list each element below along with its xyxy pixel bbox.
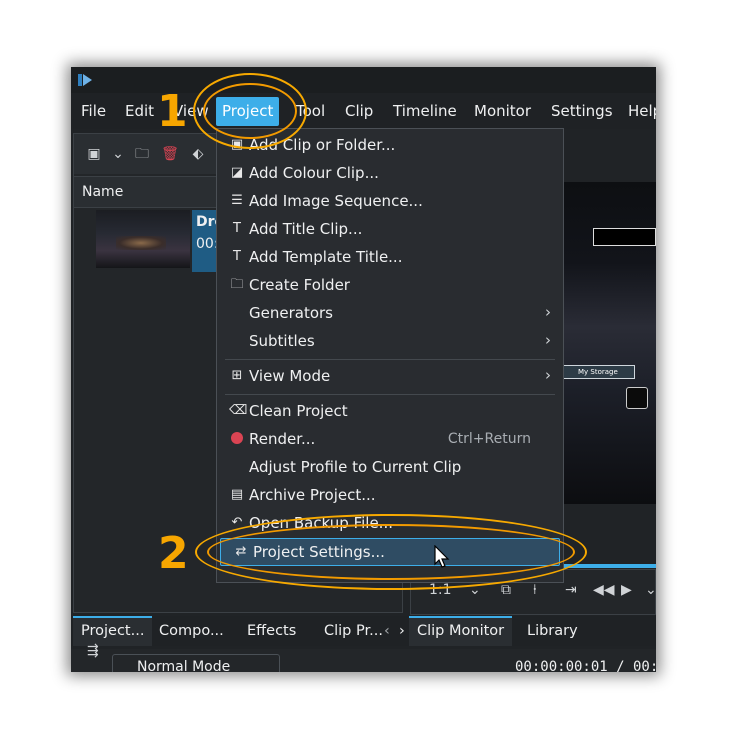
mouse-cursor-icon [434, 545, 450, 568]
timeline-settings-icon[interactable]: ⇶ [87, 643, 99, 659]
menu-settings[interactable]: Settings [545, 97, 619, 126]
tab-project-bin[interactable]: Project... [73, 616, 153, 646]
menu-add-colour-clip[interactable]: ◪ Add Colour Clip... [217, 160, 563, 188]
chevron-right-icon: › [545, 366, 551, 384]
menu-monitor[interactable]: Monitor [468, 97, 537, 126]
menu-clip[interactable]: Clip [339, 97, 379, 126]
monitor-title-bar [593, 228, 656, 246]
menu-archive-project[interactable]: ▤ Archive Project... [217, 482, 563, 510]
menu-add-title-clip[interactable]: T Add Title Clip... [217, 216, 563, 244]
folder-new-icon[interactable]: 🗀 [132, 144, 152, 164]
chevron-down-icon[interactable]: ⌄ [108, 144, 128, 164]
menu-clean-project[interactable]: ⌫ Clean Project [217, 398, 563, 426]
menu-add-image-sequence[interactable]: ☰ Add Image Sequence... [217, 188, 563, 216]
menu-generators[interactable]: Generators › [217, 300, 563, 328]
tag-icon[interactable]: ⬖ [188, 144, 208, 164]
annotation-step-2: 2 [158, 528, 189, 579]
menu-file[interactable]: File [75, 97, 112, 126]
menu-help[interactable]: Help [622, 97, 656, 126]
clip-thumbnail [96, 210, 190, 268]
annotation-ring-1-inner [203, 83, 297, 139]
tab-clip-monitor[interactable]: Clip Monitor [409, 616, 513, 646]
menu-create-folder[interactable]: 🗀 Create Folder [217, 272, 563, 300]
menu-separator [225, 359, 555, 360]
menu-view-mode[interactable]: ⊞ View Mode › [217, 363, 563, 391]
column-name-label: Name [82, 184, 124, 200]
tab-effects[interactable]: Effects [239, 616, 304, 646]
menu-subtitles[interactable]: Subtitles › [217, 328, 563, 356]
timeline-toolbar: ⇶ Normal Mode 00:00:00:01 / 00:00 [71, 643, 656, 672]
tab-compositions[interactable]: Compo... [151, 616, 232, 646]
annotation-step-1: 1 [157, 86, 188, 137]
rewind-icon[interactable]: ◀◀ [593, 582, 615, 598]
menu-edit[interactable]: Edit [119, 97, 160, 126]
menu-render[interactable]: Render... Ctrl+Return [217, 426, 563, 454]
clean-project-icon: ⌫ [229, 403, 248, 418]
timecode-display: 00:00:00:01 / 00:00 [515, 659, 656, 672]
annotation-ring-2-inner [207, 524, 575, 580]
render-icon [229, 431, 245, 447]
kdenlive-logo-icon [78, 74, 92, 86]
archive-icon: ▤ [230, 487, 244, 502]
monitor-skull-icon [626, 387, 648, 409]
title-clip-icon: T [233, 221, 241, 236]
tab-library[interactable]: Library [519, 616, 586, 646]
template-title-icon: T [233, 249, 241, 264]
chevron-right-icon: › [545, 303, 551, 321]
chevron-right-icon: › [545, 331, 551, 349]
render-shortcut: Ctrl+Return [447, 431, 531, 447]
dock-tab-bar: Project... Compo... Effects Clip Pr... ‹… [71, 616, 656, 646]
zone-out-icon[interactable]: ⇥ [565, 582, 577, 598]
menu-adjust-profile[interactable]: Adjust Profile to Current Clip [217, 454, 563, 482]
menu-timeline[interactable]: Timeline [387, 97, 463, 126]
view-mode-icon: ⊞ [231, 368, 243, 383]
clip-monitor-view: My Storage [563, 182, 656, 504]
add-clip-icon[interactable]: ▣ [84, 144, 104, 164]
menu-separator [225, 394, 555, 395]
folder-new-icon: 🗀 [230, 277, 244, 292]
delete-icon[interactable]: 🗑 [160, 144, 180, 164]
edit-mode-select[interactable]: Normal Mode [112, 654, 280, 672]
zone-in-icon[interactable]: ⍿ [533, 582, 537, 598]
play-icon[interactable]: ▶ [621, 582, 632, 598]
image-sequence-icon: ☰ [231, 193, 243, 208]
insert-icon[interactable]: ⧉ [501, 582, 511, 598]
add-colour-icon: ◪ [230, 165, 244, 180]
monitor-storage-label: My Storage [563, 365, 635, 379]
menu-add-template-title[interactable]: T Add Template Title... [217, 244, 563, 272]
chevron-down-icon[interactable]: ⌄ [645, 582, 656, 598]
